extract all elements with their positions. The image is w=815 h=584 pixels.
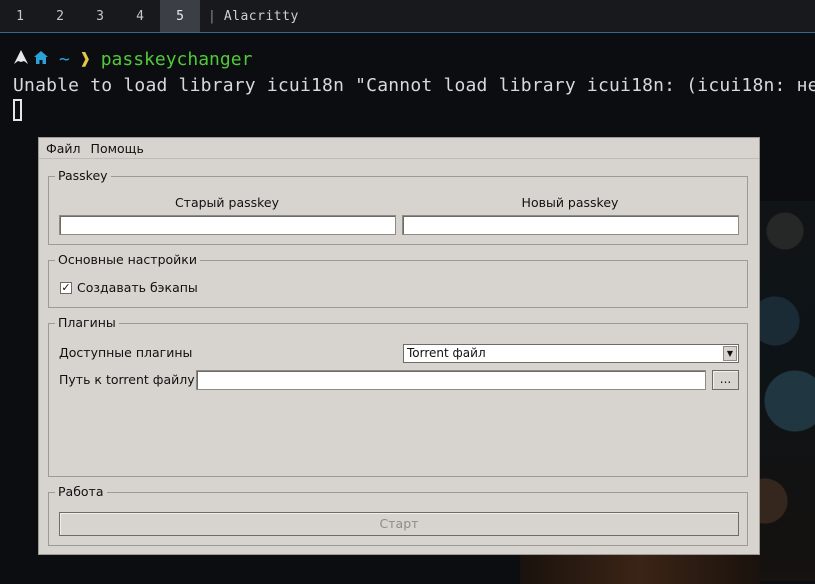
terminal-cursor	[13, 99, 22, 121]
menu-file[interactable]: Файл	[41, 141, 86, 156]
work-group-title: Работа	[55, 484, 107, 499]
plugin-select-value: Torrent файл	[407, 346, 486, 360]
passkeychanger-dialog: Файл Помощь Passkey Старый passkey Новый…	[38, 137, 760, 555]
workspace-3[interactable]: 3	[80, 0, 120, 32]
plugins-group-title: Плагины	[55, 315, 119, 330]
old-passkey-label: Старый passkey	[174, 195, 280, 210]
menu-help[interactable]: Помощь	[86, 141, 149, 156]
passkey-group: Passkey Старый passkey Новый passkey	[48, 168, 748, 245]
work-group: Работа Старт	[48, 484, 748, 546]
prompt-line: ~ ❱ passkeychanger	[13, 49, 252, 70]
top-bar: 1 2 3 4 5 | Alacritty	[0, 0, 815, 32]
torrent-path-label: Путь к torrent файлу	[59, 372, 195, 387]
browse-button[interactable]: ...	[712, 370, 739, 390]
old-passkey-input[interactable]	[59, 215, 396, 235]
menu-bar: Файл Помощь	[39, 138, 759, 159]
arch-logo-icon	[13, 49, 29, 70]
workspace-2[interactable]: 2	[40, 0, 80, 32]
torrent-path-input[interactable]	[196, 370, 706, 390]
available-plugins-label: Доступные плагины	[59, 345, 193, 360]
prompt-command: passkeychanger	[100, 49, 253, 70]
plugin-select[interactable]: Torrent файл ▼	[403, 344, 739, 363]
workspace-5[interactable]: 5	[160, 0, 200, 32]
title-separator: |	[208, 8, 216, 24]
chevron-down-icon[interactable]: ▼	[723, 346, 737, 361]
prompt-chevron-icon: ❱	[79, 49, 91, 70]
workspace-1[interactable]: 1	[0, 0, 40, 32]
window-title: Alacritty	[223, 8, 299, 24]
backup-checkbox[interactable]: ✓	[60, 282, 72, 294]
new-passkey-input[interactable]	[402, 215, 739, 235]
settings-group-title: Основные настройки	[55, 252, 200, 267]
settings-group: Основные настройки ✓ Создавать бэкапы	[48, 252, 748, 308]
wallpaper-art-bottom	[520, 553, 760, 584]
start-button[interactable]: Старт	[59, 512, 739, 536]
terminal-output: Unable to load library icui18n "Cannot l…	[13, 75, 815, 96]
new-passkey-label: Новый passkey	[521, 195, 619, 210]
prompt-directory: ~	[59, 49, 70, 70]
workspace-4[interactable]: 4	[120, 0, 160, 32]
home-icon	[33, 50, 49, 70]
plugins-group: Плагины Доступные плагины Torrent файл ▼…	[48, 315, 748, 477]
backup-checkbox-label[interactable]: Создавать бэкапы	[77, 280, 198, 295]
passkey-group-title: Passkey	[55, 168, 111, 183]
